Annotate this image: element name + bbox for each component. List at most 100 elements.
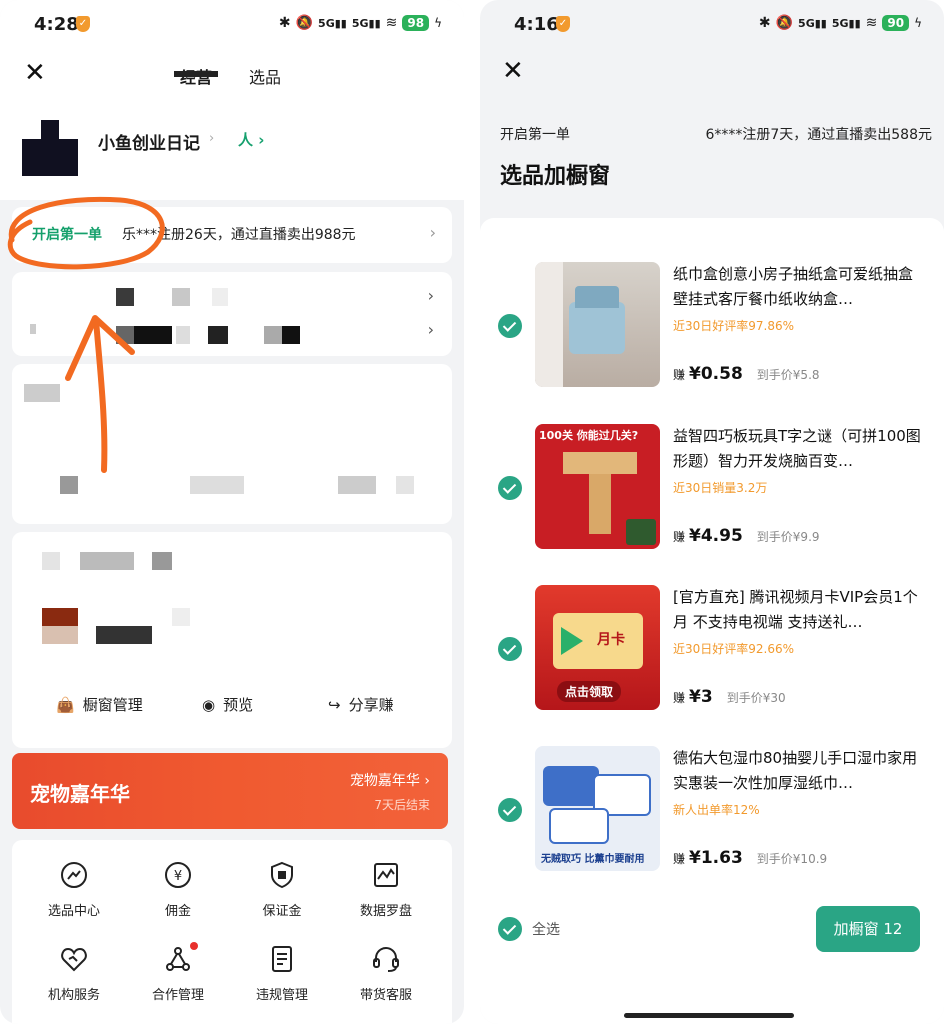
checkbox-checked[interactable] bbox=[498, 476, 522, 500]
tab-operate[interactable]: 经营 bbox=[173, 64, 219, 88]
net-price: 到手价¥30 bbox=[726, 691, 786, 705]
select-all-checkbox[interactable] bbox=[498, 917, 522, 941]
blurred-block bbox=[338, 476, 376, 494]
charging-icon: ϟ bbox=[914, 16, 922, 30]
battery-icon: 98 bbox=[402, 15, 430, 31]
grid-item-selection-center[interactable]: 选品中心 bbox=[24, 860, 124, 919]
profile-name: 小鱼创业日记 bbox=[98, 134, 200, 154]
bottom-bar: 全选 加橱窗 12 bbox=[480, 900, 944, 958]
signal-icon: 5G▮▮ bbox=[318, 16, 347, 30]
select-all-label[interactable]: 全选 bbox=[532, 919, 560, 939]
blurred-block bbox=[30, 324, 36, 334]
share-earn-button[interactable]: ↪ 分享赚 bbox=[328, 694, 394, 715]
net-price: 到手价¥5.8 bbox=[756, 368, 820, 382]
blurred-card-2[interactable] bbox=[12, 364, 452, 524]
network-nodes-icon bbox=[166, 947, 190, 971]
top-nav: ✕ 经营 选品 bbox=[0, 52, 464, 100]
sheet-header: ✕ 开启第一单 6****注册7天，通过直播卖出588元 选品加橱窗 bbox=[480, 52, 944, 217]
product-earn-row: 赚 ¥4.95 到手价¥9.9 bbox=[673, 526, 820, 546]
grid-item-agency-service[interactable]: 机构服务 bbox=[24, 944, 124, 1003]
grid-item-customer-service[interactable]: 带货客服 bbox=[336, 944, 436, 1003]
blurred-block bbox=[152, 552, 172, 570]
mute-icon: 🔕 bbox=[295, 15, 314, 31]
product-item[interactable]: 无贼取巧 比薰巾要耐用 德佑大包湿巾80抽婴儿手口湿巾家用实惠装一次性加厚湿纸巾… bbox=[480, 746, 944, 876]
status-time: 4:28 bbox=[34, 14, 79, 35]
product-rate: 近30日销量3.2万 bbox=[673, 481, 768, 495]
blurred-block bbox=[176, 326, 190, 344]
status-icons: ✱ 🔕 5G▮▮ 5G▮▮ ≋ 98 ϟ bbox=[279, 15, 442, 31]
banner-right-link[interactable]: 宠物嘉年华 › bbox=[350, 770, 430, 790]
product-rate: 近30日好评率97.86% bbox=[673, 319, 795, 333]
blurred-block bbox=[42, 552, 60, 570]
right-screen: 4:16 ✓ ✱ 🔕 5G▮▮ 5G▮▮ ≋ 90 ϟ ✕ 开启第一单 6***… bbox=[480, 0, 944, 1024]
grid-item-cooperation[interactable]: 合作管理 bbox=[128, 942, 228, 1003]
grid-item-violation[interactable]: 违规管理 bbox=[232, 944, 332, 1003]
notification-dot bbox=[190, 942, 198, 950]
status-time: 4:16 bbox=[514, 14, 559, 35]
checkbox-checked[interactable] bbox=[498, 798, 522, 822]
grid-label: 合作管理 bbox=[151, 988, 204, 1003]
product-item[interactable]: 100关 你能过几关? 益智四巧板玩具T字之谜（可拼100图形题）智力开发烧脑百… bbox=[480, 424, 944, 554]
product-image: 月卡 点击领取 bbox=[535, 585, 660, 710]
close-icon[interactable]: ✕ bbox=[502, 56, 524, 86]
close-icon[interactable]: ✕ bbox=[24, 58, 46, 88]
product-item[interactable]: 月卡 点击领取 [官方直充] 腾讯视频月卡VIP会员1个月 不支持电视端 支持送… bbox=[480, 585, 944, 715]
product-earn-row: 赚 ¥3 到手价¥30 bbox=[673, 687, 786, 707]
grid-item-data-compass[interactable]: 数据罗盘 bbox=[336, 860, 436, 919]
promo-banner[interactable]: 宠物嘉年华 宠物嘉年华 › 7天后结束 bbox=[12, 753, 448, 829]
charging-icon: ϟ bbox=[434, 16, 442, 30]
eye-icon: ◉ bbox=[202, 695, 216, 714]
checkbox-checked[interactable] bbox=[498, 637, 522, 661]
profile-link[interactable]: 人 › bbox=[238, 129, 264, 150]
headset-icon bbox=[373, 946, 399, 972]
profile-row[interactable]: 小鱼创业日记 › 人 › bbox=[0, 100, 464, 200]
banner-title: 宠物嘉年华 bbox=[30, 782, 130, 806]
earn-amount: ¥0.58 bbox=[689, 364, 743, 384]
page-title: 选品加橱窗 bbox=[500, 164, 611, 189]
signal-icon-2: 5G▮▮ bbox=[351, 16, 381, 30]
product-rate: 近30日好评率92.66% bbox=[673, 642, 795, 656]
window-actions: 👜 橱窗管理 ◉ 预览 ↪ 分享赚 bbox=[12, 684, 452, 728]
first-order-info: 6****注册7天，通过直播卖出588元 bbox=[705, 127, 932, 143]
preview-button[interactable]: ◉ 预览 bbox=[202, 694, 253, 715]
product-image: 无贼取巧 比薰巾要耐用 bbox=[535, 746, 660, 871]
earn-amount: ¥4.95 bbox=[689, 526, 743, 546]
product-rate: 新人出单率12% bbox=[673, 803, 760, 817]
earn-amount: ¥3 bbox=[689, 687, 713, 707]
thumb-bottom-text: 点击领取 bbox=[557, 681, 622, 702]
first-order-title: 开启第一单 bbox=[32, 227, 102, 243]
blurred-block bbox=[282, 326, 300, 344]
net-price: 到手价¥9.9 bbox=[756, 530, 820, 544]
first-order-label: 开启第一单 bbox=[500, 127, 570, 143]
add-to-window-button[interactable]: 加橱窗 12 bbox=[816, 906, 920, 952]
tab-select[interactable]: 选品 bbox=[249, 64, 281, 88]
first-order-card[interactable]: 开启第一单 乐***注册26天，通过直播卖出988元 › bbox=[12, 207, 452, 263]
card-label: 月卡 bbox=[597, 632, 625, 648]
net-price: 到手价¥10.9 bbox=[756, 852, 828, 866]
product-earn-row: 赚 ¥1.63 到手价¥10.9 bbox=[673, 848, 827, 868]
shield-badge-icon: ✓ bbox=[556, 16, 570, 32]
blurred-block bbox=[116, 326, 134, 344]
share-icon: ↪ bbox=[328, 695, 341, 714]
first-order-text: 乐***注册26天，通过直播卖出988元 bbox=[122, 227, 356, 243]
heart-handshake-icon bbox=[61, 947, 87, 972]
grid-item-commission[interactable]: ¥ 佣金 bbox=[128, 860, 228, 919]
blurred-card-1[interactable]: › › bbox=[12, 272, 452, 356]
earn-amount: ¥1.63 bbox=[689, 848, 743, 868]
checkbox-checked[interactable] bbox=[498, 314, 522, 338]
svg-text:¥: ¥ bbox=[174, 869, 182, 884]
play-icon bbox=[561, 627, 583, 655]
product-item[interactable]: 纸巾盒创意小房子抽纸盒可爱纸抽盒壁挂式客厅餐巾纸收纳盒… 近30日好评率97.8… bbox=[480, 262, 944, 392]
thumb-bottom-text: 无贼取巧 比薰巾要耐用 bbox=[541, 854, 645, 865]
grid-item-deposit[interactable]: 保证金 bbox=[232, 860, 332, 919]
product-title: [官方直充] 腾讯视频月卡VIP会员1个月 不支持电视端 支持送礼… bbox=[673, 588, 918, 631]
blurred-block bbox=[42, 626, 78, 644]
vip-card: 月卡 bbox=[553, 613, 643, 669]
tissue-box-roof bbox=[575, 286, 619, 308]
home-indicator bbox=[624, 1013, 794, 1018]
window-manage-label: 橱窗管理 bbox=[82, 696, 143, 714]
grid-label: 保证金 bbox=[262, 904, 302, 919]
window-manage-button[interactable]: 👜 橱窗管理 bbox=[56, 694, 143, 715]
shield-badge-icon: ✓ bbox=[76, 16, 90, 32]
blurred-block bbox=[96, 626, 152, 644]
